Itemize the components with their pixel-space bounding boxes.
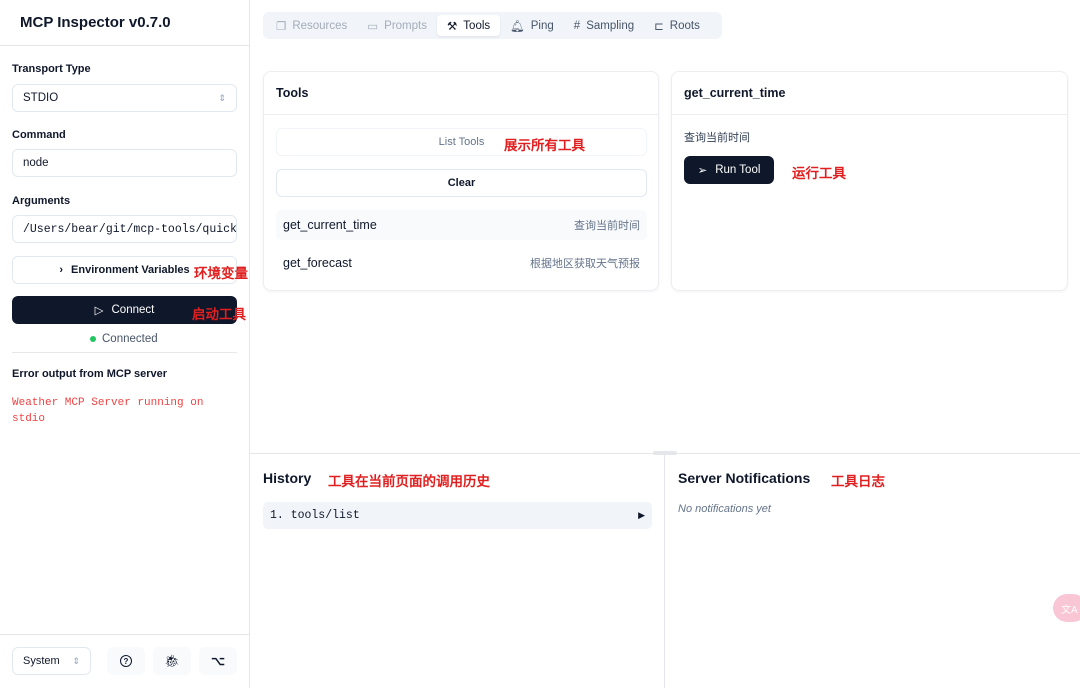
send-icon: ➢ [697,165,708,177]
connection-status: Connected [90,333,158,345]
run-label: Run Tool [715,164,761,176]
transport-label: Transport Type [12,63,91,75]
divider [664,454,665,688]
theme-value: System [23,655,60,667]
tool-detail-title: get_current_time [672,72,1067,115]
divider [0,45,249,46]
chevron-right-icon: › [59,264,64,276]
arguments-input[interactable]: /Users/bear/git/mcp-tools/quick [12,215,237,243]
tool-name: get_current_time [283,218,377,232]
tab-tools[interactable]: ⚒ Tools [436,15,501,36]
annotation-connect: 启动工具 [192,307,246,322]
command-input[interactable]: node [12,149,237,177]
tab-ping[interactable]: 🔔︎ Ping [500,15,564,36]
history-item[interactable]: 1. tools/list ▶ [263,502,652,529]
resize-handle[interactable] [653,451,677,455]
error-output: Weather MCP Server running on stdio [12,397,204,425]
play-icon: ▷ [94,305,104,317]
tab-sampling[interactable]: # Sampling [564,15,644,36]
annotation-list: 展示所有工具 [504,138,585,153]
chevron-up-down-icon: ⇕ [72,655,80,666]
tab-label: Ping [530,19,554,32]
expand-triangle-icon: ▶ [638,510,645,521]
chevron-up-down-icon: ⇕ [218,92,226,103]
tool-detail-desc: 查询当前时间 [684,132,750,144]
command-label: Command [12,129,66,141]
hammer-icon: ⚒ [446,20,458,33]
annotation-notif: 工具日志 [831,474,885,489]
annotation-env: 环境变量 [194,266,248,281]
status-dot-icon [90,336,96,342]
help-icon: ? [120,655,132,667]
folder-tree-icon: ⊏ [654,20,664,33]
notifications-title: Server Notifications [678,470,811,486]
connect-label: Connect [111,304,155,316]
bell-icon: 🔔︎ [510,20,525,33]
theme-select[interactable]: System ⇕ [12,647,91,675]
run-tool-button[interactable]: ➢ Run Tool [684,156,774,184]
app-title: MCP Inspector v0.7.0 [20,14,171,31]
tool-item[interactable]: get_forecast 根据地区获取天气预报 [276,248,647,278]
tool-detail-card: get_current_time 查询当前时间 ➢ Run Tool 运行工具 [671,71,1068,291]
history-title: History [263,470,312,486]
sidebar: MCP Inspector v0.7.0 Transport Type STDI… [0,0,250,688]
tab-roots[interactable]: ⊏ Roots [644,15,710,36]
tab-prompts[interactable]: ▭ Prompts [357,15,437,36]
clear-button[interactable]: Clear [276,169,647,197]
tab-label: Sampling [586,19,635,32]
tab-resources[interactable]: ❐ Resources [266,15,357,36]
tab-label: Prompts [384,19,427,32]
annotation-run: 运行工具 [792,166,846,181]
env-label: Environment Variables [71,264,190,276]
transport-value: STDIO [23,92,59,104]
github-icon: ⌥ [211,654,225,668]
tools-card: Tools List Tools 展示所有工具 Clear get_curren… [263,71,659,291]
tool-name: get_forecast [283,256,352,270]
bug-icon: 🐞︎ [164,654,180,668]
file-copy-icon: ❐ [276,20,287,33]
notifications-empty: No notifications yet [678,503,771,515]
tool-desc: 查询当前时间 [574,220,640,232]
hash-icon: # [573,19,581,32]
tab-label: Tools [463,19,491,32]
tool-desc: 根据地区获取天气预报 [530,258,640,270]
message-icon: ▭ [367,20,379,33]
history-label: 1. tools/list [270,509,360,522]
tool-item[interactable]: get_current_time 查询当前时间 [276,210,647,240]
annotation-history: 工具在当前页面的调用历史 [328,474,490,489]
transport-select[interactable]: STDIO ⇕ [12,84,237,112]
tools-title: Tools [264,72,658,115]
status-text: Connected [102,333,158,345]
divider [12,352,237,353]
tab-bar: ❐ Resources ▭ Prompts ⚒ Tools 🔔︎ Ping # Sampl… [263,12,722,39]
divider [0,634,249,635]
help-button[interactable]: ? [107,647,145,675]
tab-label: Roots [669,19,700,32]
debug-button[interactable]: 🐞︎ [153,647,191,675]
translate-icon[interactable]: 文A [1053,594,1080,622]
arguments-label: Arguments [12,195,71,207]
tab-label: Resources [292,19,348,32]
list-tools-button[interactable]: List Tools [276,128,647,156]
error-label: Error output from MCP server [12,368,168,380]
github-button[interactable]: ⌥ [199,647,237,675]
